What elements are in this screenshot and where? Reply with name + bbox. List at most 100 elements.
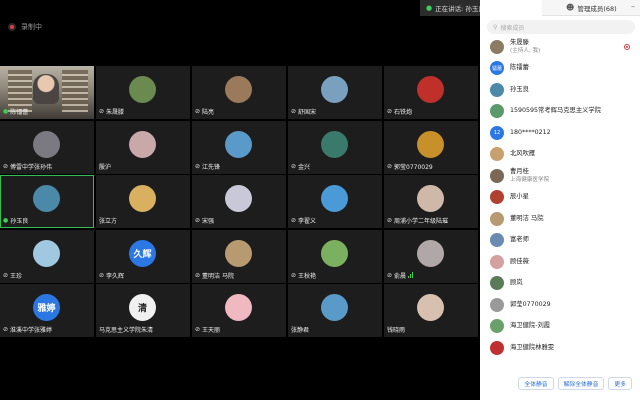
participant-avatar [33, 239, 60, 267]
participant-name: 张立方 [99, 218, 118, 226]
participant-name-bar: ⊘ 朱晟滕 [99, 107, 124, 116]
participant-avatar [417, 130, 444, 158]
participant-tile[interactable]: ● 孙玉良 [0, 175, 94, 229]
microphone-muted-icon: ⊘ [99, 271, 105, 279]
member-list-item[interactable]: 顾佳薇 [480, 251, 640, 273]
more-button[interactable]: 更多 [608, 376, 632, 390]
participant-name: 石铁炮 [394, 109, 413, 116]
participant-tile[interactable]: 钱晓雨 [384, 284, 478, 338]
participant-name: 李翟义 [298, 218, 317, 226]
participant-tile[interactable]: ⊘ 舒国宋 [288, 66, 382, 119]
participant-avatar [321, 239, 348, 267]
microphone-muted-icon: ⊘ [195, 162, 201, 170]
participant-name-bar: ⊘ 郭莹0770029 [387, 162, 433, 171]
participant-tile[interactable]: ⊘ 王秋艳 [288, 229, 382, 283]
participant-tile[interactable]: 雅婷 ⊘ 淮溪中学张雅婷 [0, 284, 94, 338]
participant-tile[interactable]: ⊘ 石铁炮 [384, 66, 478, 119]
member-list: 朱晟滕 (主持人, 我) 镭蕾 陈镭蕾孙玉良 1590595常考辉马克思主义学院 12 18… [480, 36, 640, 359]
participant-name-bar: 张立方 [99, 216, 117, 225]
microphone-muted-icon: ⊘ [3, 162, 9, 170]
participant-name-bar: ● 陈镭蕾 [3, 107, 28, 116]
member-list-item[interactable]: 北风吹雁 [480, 144, 640, 166]
participant-tile[interactable]: ⊘ 宋强 [192, 175, 286, 229]
avatar [490, 276, 504, 291]
member-list-item[interactable]: 朱晟滕 (主持人, 我) [480, 36, 640, 58]
member-list-item[interactable]: 海卫健院林雅雯 [480, 337, 640, 359]
member-list-item[interactable]: 12 180****0212 [480, 122, 640, 144]
avatar [490, 211, 504, 226]
recording-indicator[interactable]: 录制中 [8, 22, 42, 32]
microphone-muted-icon: ⊘ [99, 108, 105, 115]
participant-tile[interactable]: ⊘ 江先锋 [192, 120, 286, 174]
participant-name-bar: ⊘ 舒国宋 [291, 107, 316, 116]
participant-tile[interactable]: ⊘ 俞晨 [384, 229, 478, 283]
member-info: 海卫健院-刘霞 [510, 322, 550, 330]
microphone-muted-icon: ⊘ [291, 217, 297, 225]
member-info: 董明洁 马院 [510, 215, 544, 223]
participant-avatar [417, 294, 444, 322]
participant-tile[interactable]: ● 陈镭蕾 [0, 66, 94, 119]
participant-name-bar: ⊘ 王天丽 [195, 325, 220, 334]
participant-avatar [33, 185, 60, 213]
member-list-item[interactable]: 辰小星 [480, 187, 640, 209]
participant-name: 董明洁 马院 [202, 272, 234, 280]
member-info: 孙玉良 [510, 86, 529, 94]
participant-name: 陈镭蕾 [10, 109, 29, 116]
participant-tile[interactable]: ⊘ 陆亮 [192, 66, 286, 119]
participant-tile[interactable]: 张静君 [288, 284, 382, 338]
participant-avatar [225, 294, 252, 322]
member-list-item[interactable]: 孙玉良 [480, 79, 640, 101]
avatar [490, 147, 504, 162]
participant-tile[interactable]: 殷沪 [96, 120, 190, 174]
member-search-input[interactable]: ⚲ 搜索成员 [487, 20, 635, 34]
participant-tile[interactable]: 清马克思主义学院朱清 [96, 284, 190, 338]
participant-avatar [321, 76, 348, 103]
participant-name-bar: ⊘ 淮溪中学张雅婷 [3, 325, 52, 334]
participant-tile[interactable]: ⊘ 傅雷中学张孙伟 [0, 120, 94, 174]
member-list-item[interactable]: 镭蕾 陈镭蕾 [480, 58, 640, 80]
member-list-item[interactable]: 董明洁 马院 [480, 208, 640, 230]
member-info: 陈镭蕾 [510, 64, 529, 72]
member-name: 海卫健院-刘霞 [510, 322, 551, 330]
participant-name: 宋强 [202, 218, 215, 226]
avatar [490, 254, 504, 269]
participant-tile[interactable]: ⊘ 王珍 [0, 229, 94, 283]
member-info: 1590595常考辉马克思主义学院 [510, 107, 601, 115]
participant-tile[interactable]: ⊘ 朱晟滕 [96, 66, 190, 119]
participant-tile[interactable]: ⊘ 王天丽 [192, 284, 286, 338]
participant-avatar [321, 185, 348, 213]
unmute-all-button[interactable]: 解除全体静音 [557, 376, 605, 390]
participant-tile[interactable]: ⊘ 李翟义 [288, 175, 382, 229]
participant-tile[interactable]: ⊘ 郭莹0770029 [384, 120, 478, 174]
participant-tile[interactable]: ⊘ 董明洁 马院 [192, 229, 286, 283]
minimize-icon[interactable]: – [631, 2, 635, 11]
microphone-muted-icon: ⊘ [195, 326, 201, 334]
member-info: 辰小星 [510, 193, 529, 201]
participant-name-bar: ⊘ 金兴 [291, 162, 310, 171]
member-name: 顾佳薇 [510, 257, 529, 265]
member-list-item[interactable]: 郭莹0770029 [480, 294, 640, 316]
participant-avatar [225, 185, 252, 213]
participant-name: 俞晨 [394, 272, 407, 280]
microphone-muted-icon: ⊘ [291, 271, 297, 279]
member-list-item[interactable]: 海卫健院-刘霞 [480, 316, 640, 338]
avatar [490, 82, 504, 97]
participant-name-bar: ⊘ 石铁炮 [387, 107, 412, 116]
member-panel-title: 管理成员(68) [577, 4, 617, 13]
member-list-item[interactable]: 富老师 [480, 230, 640, 252]
member-list-item[interactable]: 曹月桂 上海健康医学院 [480, 165, 640, 187]
microphone-muted-icon: ⊘ [291, 108, 297, 115]
participant-avatar [129, 76, 156, 103]
mute-all-button[interactable]: 全体静音 [518, 376, 554, 390]
participant-tile[interactable]: 张立方 [96, 175, 190, 229]
member-list-item[interactable]: 1590595常考辉马克思主义学院 [480, 101, 640, 123]
member-list-item[interactable]: 顾岚 [480, 273, 640, 295]
participant-avatar [417, 185, 444, 213]
participant-name-bar: ⊘ 俞晨 [387, 271, 414, 280]
participant-tile[interactable]: 久辉 ⊘ 李久辉 [96, 229, 190, 283]
participant-tile[interactable]: ⊘ 金兴 [288, 120, 382, 174]
microphone-icon: ● [3, 108, 9, 115]
member-name: 辰小星 [510, 193, 529, 201]
participant-tile[interactable]: ⊘ 周浦小学二年级陆璀 [384, 175, 478, 229]
member-name: 董明洁 马院 [510, 214, 544, 222]
